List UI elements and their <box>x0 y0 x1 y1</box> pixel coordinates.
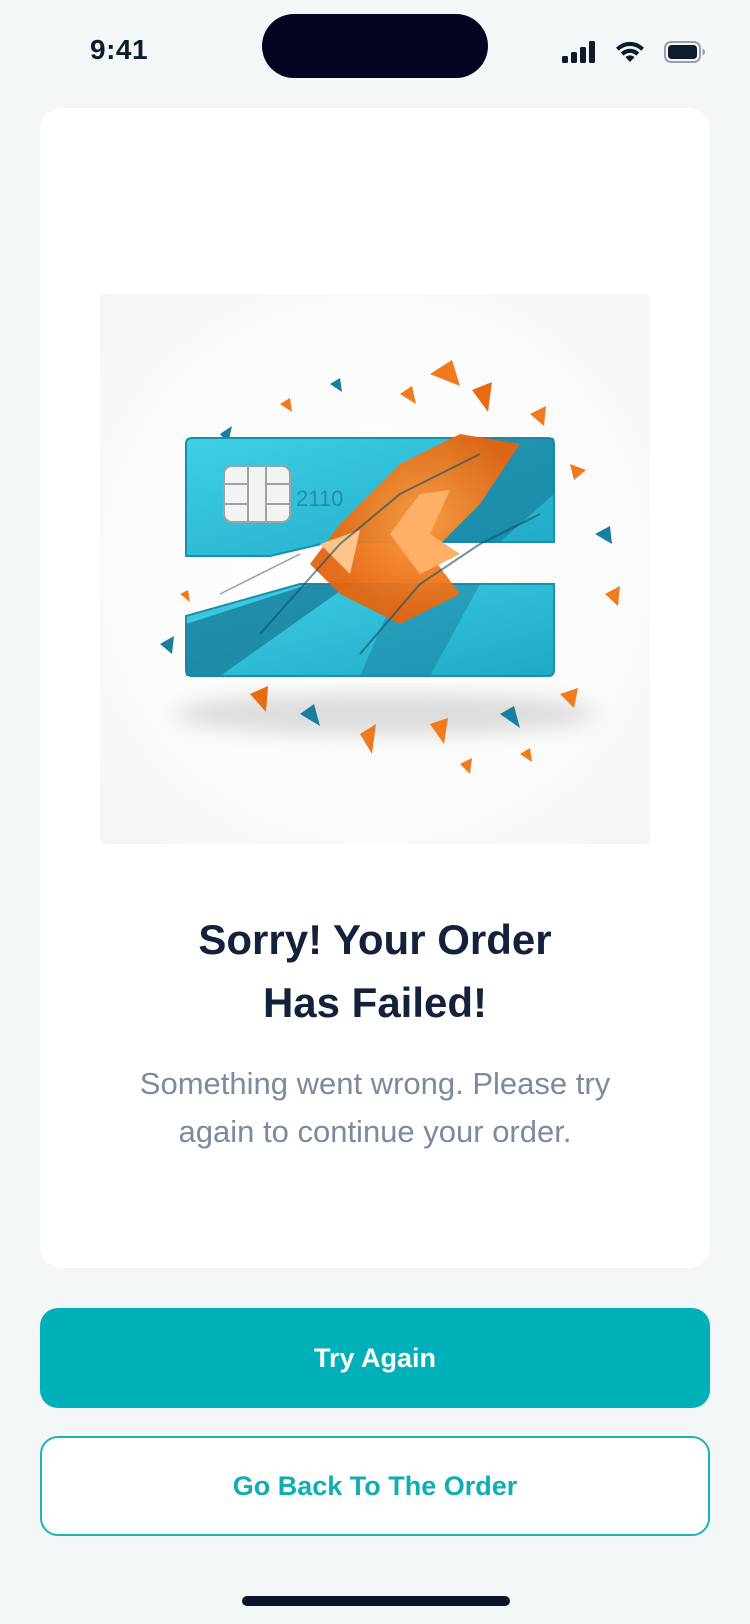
battery-icon <box>664 40 706 68</box>
status-time: 9:41 <box>90 34 149 65</box>
go-back-to-order-button[interactable]: Go Back To The Order <box>40 1436 710 1536</box>
page-subtitle: Something went wrong. Please try again t… <box>90 1060 660 1156</box>
title-line-2: Has Failed! <box>262 979 488 1026</box>
subtitle-line-1: Something went wrong. Please try <box>139 1066 611 1101</box>
go-back-label: Go Back To The Order <box>232 1470 518 1501</box>
page-title: Sorry! Your Order Has Failed! <box>40 908 710 1034</box>
wifi-icon <box>614 40 646 69</box>
message-card: 2110 Sorry! Your Order Has Failed! Somet… <box>40 108 710 1268</box>
dynamic-island <box>262 14 488 78</box>
try-again-label: Try Again <box>313 1342 437 1373</box>
home-indicator[interactable] <box>242 1596 510 1606</box>
title-line-1: Sorry! Your Order <box>198 916 552 963</box>
subtitle-line-2: again to continue your order. <box>178 1114 572 1149</box>
try-again-button[interactable]: Try Again <box>40 1308 710 1408</box>
svg-text:2110: 2110 <box>296 486 343 511</box>
status-icons <box>562 40 706 68</box>
broken-credit-card-illustration: 2110 <box>100 294 650 844</box>
status-bar: 9:41 <box>0 0 750 100</box>
cellular-signal-icon <box>562 40 596 68</box>
